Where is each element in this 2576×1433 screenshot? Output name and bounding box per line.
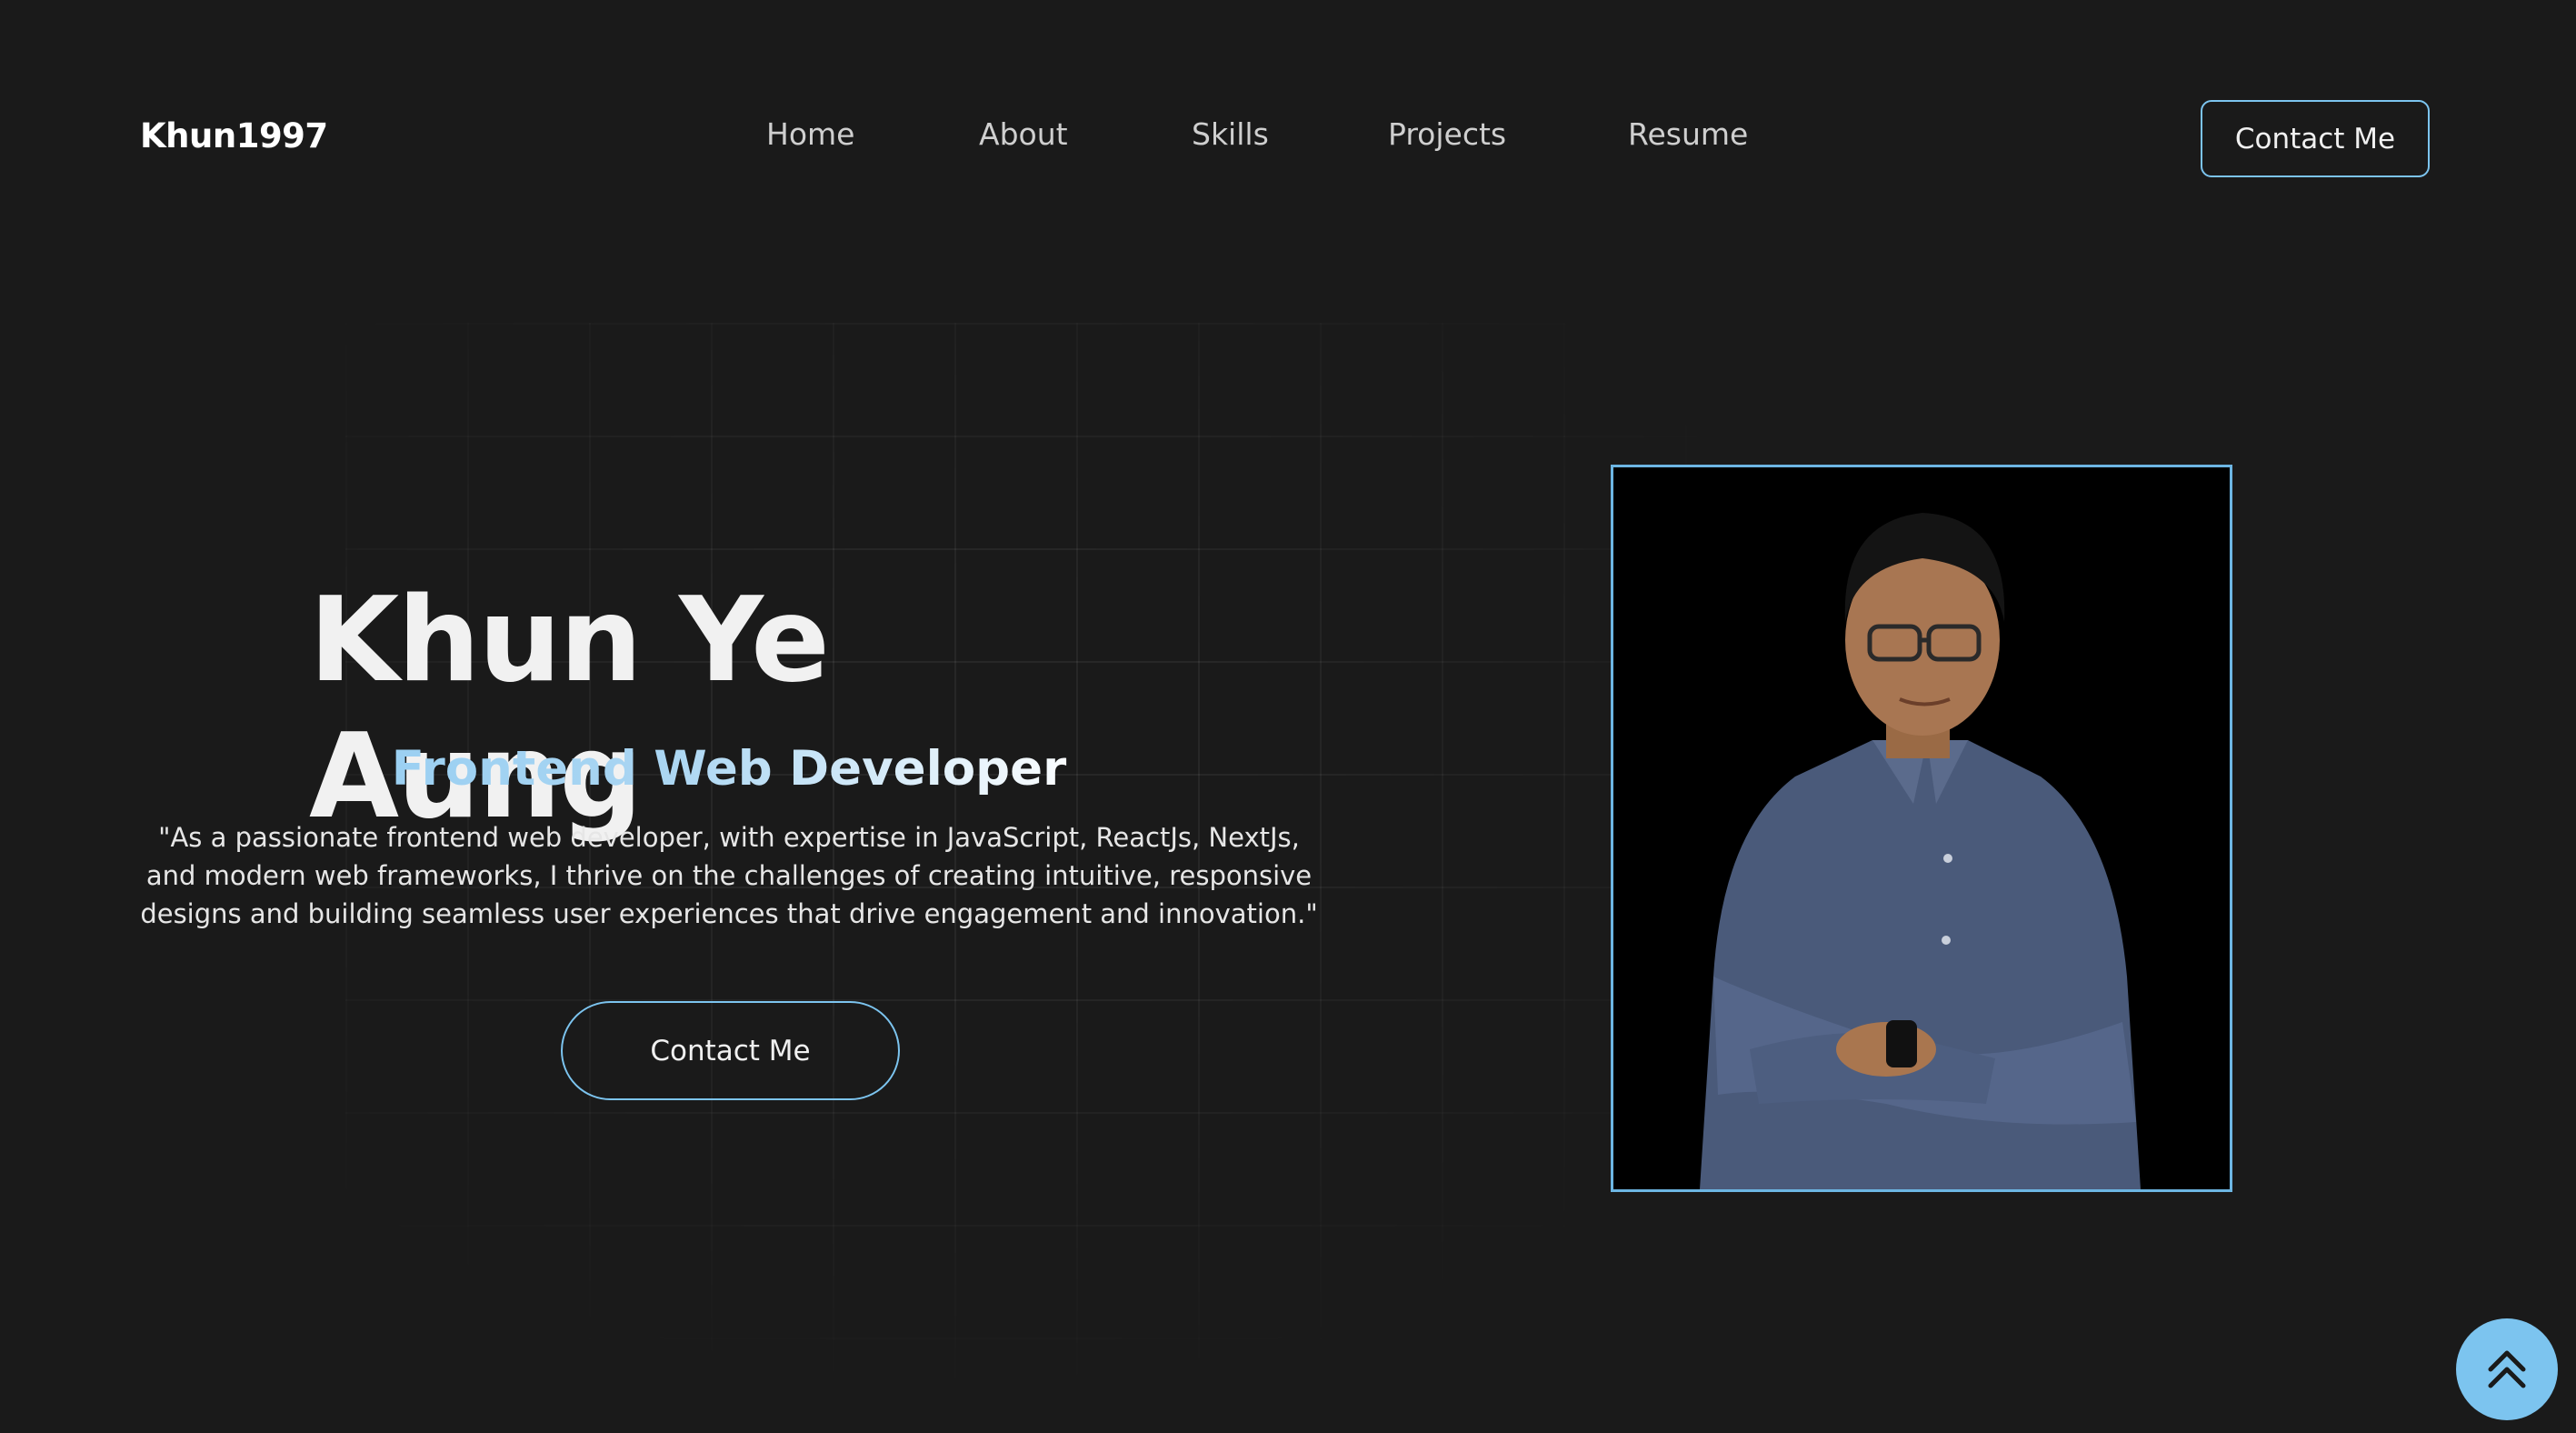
hero-name: Khun Ye Aung	[309, 573, 830, 845]
header-contact-label: Contact Me	[2234, 122, 2396, 155]
nav-item-projects[interactable]: Projects	[1388, 116, 1506, 152]
hero-contact-button[interactable]: Contact Me	[561, 1001, 900, 1100]
header-contact-button[interactable]: Contact Me	[2201, 100, 2430, 177]
double-chevron-up-icon	[2488, 1350, 2526, 1388]
hero-description: "As a passionate frontend web developer,…	[140, 822, 1318, 929]
nav-item-home[interactable]: Home	[766, 116, 854, 152]
hero-contact-label: Contact Me	[650, 1034, 811, 1067]
profile-photo	[1611, 465, 2232, 1192]
page: Khun1997 Home About Skills Projects Resu…	[0, 0, 2576, 1433]
main-nav: Home About Skills Projects Resume	[0, 116, 2576, 162]
nav-item-skills[interactable]: Skills	[1192, 116, 1269, 152]
profile-photo-illustration	[1613, 467, 2230, 1189]
scroll-to-top-button[interactable]	[2456, 1318, 2558, 1420]
nav-item-about[interactable]: About	[979, 116, 1068, 152]
hero-role: Frontend Web Developer	[0, 741, 1458, 797]
nav-item-resume[interactable]: Resume	[1628, 116, 1748, 152]
